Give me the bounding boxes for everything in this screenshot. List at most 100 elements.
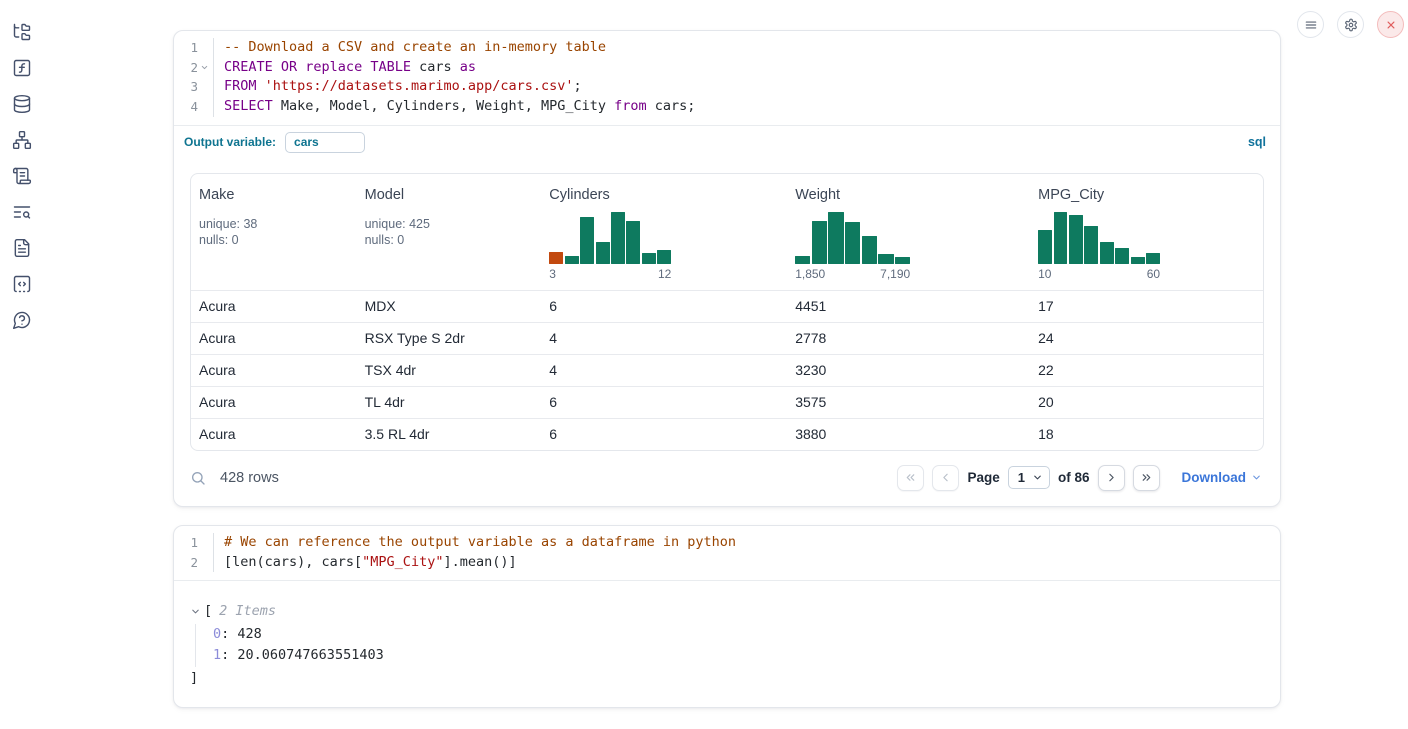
first-page-button[interactable] — [897, 465, 924, 491]
row-count: 428 rows — [220, 470, 279, 486]
code-token: [len(cars), cars[ — [224, 554, 362, 570]
help-icon[interactable] — [12, 310, 32, 330]
download-button[interactable]: Download — [1182, 470, 1263, 485]
documentation-icon[interactable] — [12, 238, 32, 258]
table-cell: Acura — [191, 418, 357, 450]
next-page-button[interactable] — [1098, 465, 1125, 491]
output-variable-input[interactable] — [285, 132, 365, 153]
code-line: 2 [len(cars), cars["MPG_City"].mean()] — [174, 553, 1280, 573]
line-number: 1 — [174, 38, 198, 58]
column-name: Weight — [795, 187, 1022, 203]
line-number: 4 — [174, 97, 198, 117]
sql-editor[interactable]: 1 -- Download a CSV and create an in-memo… — [174, 31, 1280, 125]
fold-slot — [198, 97, 211, 117]
last-page-button[interactable] — [1133, 465, 1160, 491]
line-number: 2 — [174, 553, 198, 573]
histogram-bar — [895, 257, 910, 264]
code-token: ].mean()] — [443, 554, 516, 570]
output-variable-row: Output variable: sql — [174, 125, 1280, 159]
output-list-header: [ 2 Items — [190, 601, 1264, 623]
table-cell: 3575 — [787, 386, 1030, 418]
code-token: SELECT — [224, 98, 273, 114]
item-index: 0 — [213, 626, 221, 642]
code-line: 2CREATE OR replace TABLE cars as — [174, 58, 1280, 78]
table-cell: 17 — [1030, 290, 1263, 322]
table-cell: RSX Type S 2dr — [357, 322, 542, 354]
table-cell: 6 — [541, 386, 787, 418]
column-stat: nulls: 0 — [199, 232, 349, 249]
code-token: cars; — [647, 98, 696, 114]
close-button[interactable] — [1377, 11, 1404, 38]
page-total: of 86 — [1058, 470, 1090, 485]
histogram-bar — [878, 254, 893, 264]
table-row[interactable]: Acura3.5 RL 4dr6388018 — [191, 418, 1263, 450]
settings-button[interactable] — [1337, 11, 1364, 38]
table-row[interactable]: AcuraMDX6445117 — [191, 290, 1263, 322]
open-bracket: [ — [204, 601, 212, 623]
language-badge: sql — [1248, 135, 1266, 149]
code-token: cars — [411, 59, 460, 75]
table-cell: 3.5 RL 4dr — [357, 418, 542, 450]
table-row[interactable]: AcuraTL 4dr6357520 — [191, 386, 1263, 418]
table-cell: 6 — [541, 418, 787, 450]
table-cell: 4 — [541, 322, 787, 354]
search-icon[interactable] — [190, 470, 206, 486]
histogram-max-label: 7,190 — [880, 267, 910, 281]
table-cell: Acura — [191, 354, 357, 386]
histogram-bar — [642, 253, 656, 264]
column-histogram: 1060 — [1038, 212, 1160, 281]
file-explorer-icon[interactable] — [12, 22, 32, 42]
fold-slot — [198, 553, 211, 573]
functions-icon[interactable] — [12, 58, 32, 78]
column-name: Cylinders — [549, 187, 779, 203]
python-cell: 1 # We can reference the output variable … — [173, 525, 1281, 708]
code-token: 'https://datasets.marimo.app/cars.csv' — [265, 78, 574, 94]
code-token: -- Download a CSV and create an in-memor… — [224, 39, 606, 55]
histogram-axis-labels: 1060 — [1038, 267, 1160, 281]
column-header-model[interactable]: Modelunique: 425nulls: 0 — [357, 174, 542, 291]
histogram-max-label: 12 — [658, 267, 671, 281]
table-cell: 22 — [1030, 354, 1263, 386]
code-token: ; — [574, 78, 582, 94]
python-editor[interactable]: 1 # We can reference the output variable … — [174, 526, 1280, 580]
snippets-icon[interactable] — [12, 274, 32, 294]
column-stat: unique: 38 — [199, 216, 349, 233]
column-header-weight[interactable]: Weight1,8507,190 — [787, 174, 1030, 291]
line-number: 1 — [174, 533, 198, 553]
table-cell: Acura — [191, 322, 357, 354]
column-header-cylinders[interactable]: Cylinders312 — [541, 174, 787, 291]
items-count-label: 2 Items — [219, 601, 276, 623]
logs-icon[interactable] — [12, 202, 32, 222]
dependency-graph-icon[interactable] — [12, 130, 32, 150]
code-token: Make, Model, Cylinders, Weight, MPG_City — [273, 98, 614, 114]
scratchpad-icon[interactable] — [12, 166, 32, 186]
column-stat: nulls: 0 — [365, 232, 534, 249]
item-value: 20.060747663551403 — [237, 647, 383, 663]
menu-button[interactable] — [1297, 11, 1324, 38]
fold-slot — [198, 77, 211, 97]
code-text: [len(cars), cars["MPG_City"].mean()] — [213, 553, 517, 573]
histogram-bar — [580, 217, 594, 264]
code-text: # We can reference the output variable a… — [213, 533, 736, 553]
column-header-mpg_city[interactable]: MPG_City1060 — [1030, 174, 1263, 291]
collapse-caret-icon[interactable] — [190, 606, 201, 617]
table-row[interactable]: AcuraRSX Type S 2dr4277824 — [191, 322, 1263, 354]
table-cell: 6 — [541, 290, 787, 322]
topbar-controls — [1297, 11, 1404, 38]
fold-caret-icon[interactable] — [198, 58, 211, 78]
histogram-bar — [812, 221, 827, 264]
table-row[interactable]: AcuraTSX 4dr4323022 — [191, 354, 1263, 386]
code-token: CREATE OR — [224, 59, 297, 75]
column-stats: unique: 38nulls: 0 — [199, 216, 349, 249]
code-text: SELECT Make, Model, Cylinders, Weight, M… — [213, 97, 695, 117]
code-line: 4 SELECT Make, Model, Cylinders, Weight, … — [174, 97, 1280, 117]
column-header-make[interactable]: Makeunique: 38nulls: 0 — [191, 174, 357, 291]
data-sources-icon[interactable] — [12, 94, 32, 114]
python-output: [ 2 Items 0: 4281: 20.060747663551403 ] — [174, 580, 1280, 707]
column-name: Model — [365, 187, 534, 203]
code-text: -- Download a CSV and create an in-memor… — [213, 38, 606, 58]
page-select[interactable]: 1 — [1008, 466, 1050, 489]
output-list-item: 1: 20.060747663551403 — [213, 645, 1264, 667]
item-separator: : — [221, 626, 237, 642]
prev-page-button[interactable] — [932, 465, 959, 491]
